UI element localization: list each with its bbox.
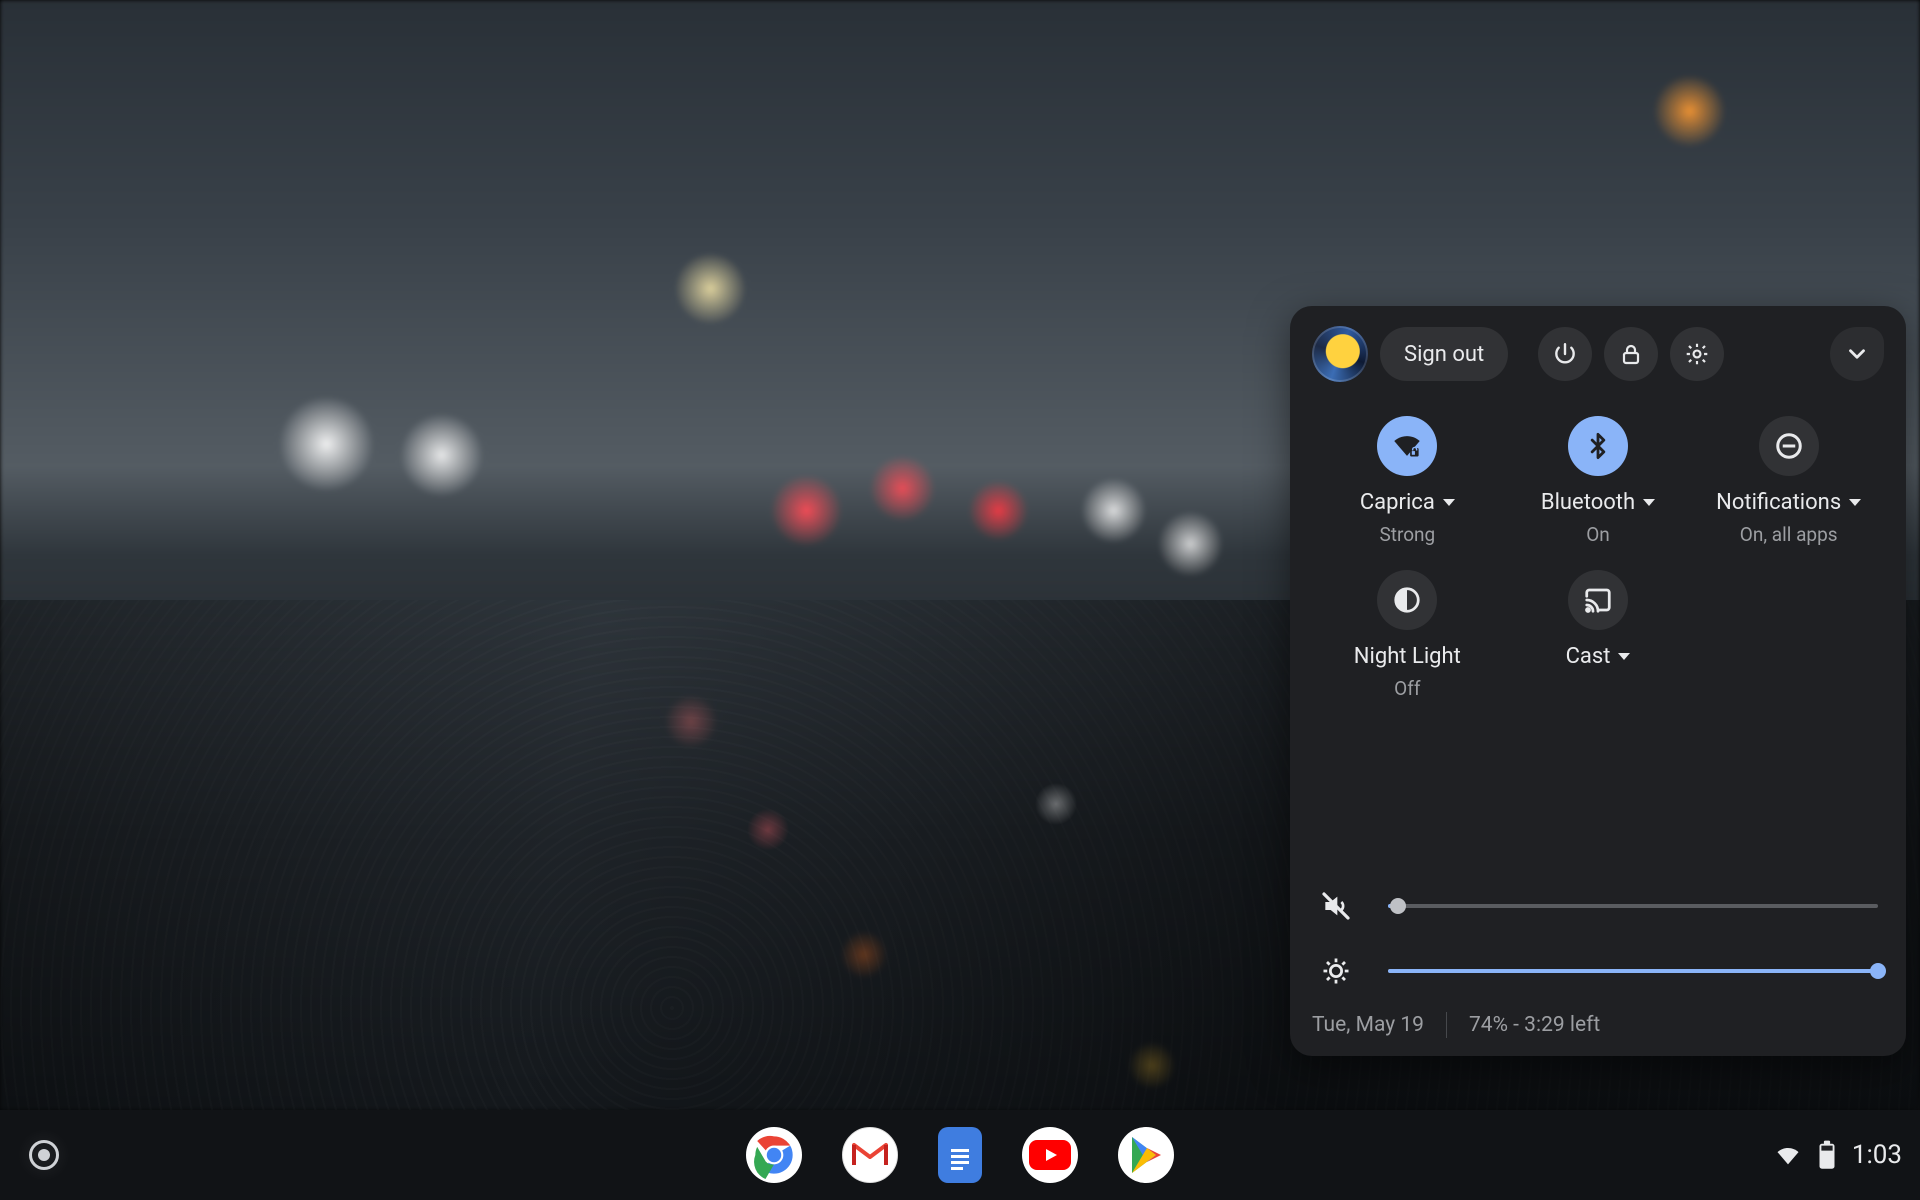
cast-icon [1583,585,1613,615]
night-light-label: Night Light [1354,644,1461,669]
wifi-status-icon [1774,1141,1802,1169]
wifi-label-row[interactable]: Caprica [1360,490,1455,515]
status-area[interactable]: 1:03 [1774,1140,1902,1170]
brightness-slider-row [1312,956,1884,986]
youtube-icon [1029,1140,1071,1170]
wifi-icon [1390,429,1424,463]
sign-out-button[interactable]: Sign out [1380,327,1508,381]
app-youtube[interactable] [1022,1127,1078,1183]
night-light-sublabel: Off [1394,677,1420,700]
launcher-icon [29,1140,59,1170]
do-not-disturb-icon [1774,431,1804,461]
night-light-icon [1392,585,1422,615]
power-button[interactable] [1538,327,1592,381]
quick-settings-panel: Sign out Caprica Strong [1290,306,1906,1056]
collapse-panel-button[interactable] [1830,327,1884,381]
volume-slider-row [1312,890,1884,922]
footer-divider [1446,1012,1447,1038]
docs-icon [946,1135,974,1175]
notifications-label-row[interactable]: Notifications [1716,490,1861,515]
launcher-button[interactable] [18,1129,70,1181]
lock-icon [1619,342,1643,366]
volume-slider[interactable] [1388,904,1878,908]
bluetooth-sublabel: On [1586,523,1610,546]
caret-down-icon [1643,499,1655,506]
battery-status-icon [1818,1140,1836,1170]
gmail-icon [852,1141,888,1169]
quick-settings-footer: Tue, May 19 74% - 3:29 left [1312,1012,1884,1038]
cast-label: Cast [1566,644,1611,669]
tile-notifications: Notifications On, all apps [1693,416,1884,546]
bluetooth-label: Bluetooth [1541,490,1635,515]
tile-bluetooth: Bluetooth On [1503,416,1694,546]
night-light-label-row[interactable]: Night Light [1354,644,1461,669]
notifications-toggle[interactable] [1759,416,1819,476]
caret-down-icon [1618,653,1630,660]
caret-down-icon [1443,499,1455,506]
app-play-store[interactable] [1118,1127,1174,1183]
bluetooth-icon [1584,432,1612,460]
chrome-icon [746,1127,802,1183]
shelf: 1:03 [0,1110,1920,1200]
settings-button[interactable] [1670,327,1724,381]
tile-wifi: Caprica Strong [1312,416,1503,546]
play-store-icon [1128,1135,1164,1175]
user-avatar[interactable] [1312,326,1368,382]
brightness-icon [1321,956,1351,986]
status-time: 1:03 [1852,1140,1902,1170]
shelf-pinned-apps [746,1127,1174,1183]
notifications-sublabel: On, all apps [1740,523,1838,546]
lock-button[interactable] [1604,327,1658,381]
wifi-sublabel: Strong [1379,523,1435,546]
bluetooth-toggle[interactable] [1568,416,1628,476]
cast-label-row[interactable]: Cast [1566,644,1631,669]
caret-down-icon [1849,499,1861,506]
quick-settings-header: Sign out [1312,326,1884,382]
notifications-label: Notifications [1716,490,1841,515]
tile-night-light: Night Light Off [1312,570,1503,700]
app-docs[interactable] [938,1127,982,1183]
tile-cast: Cast [1503,570,1694,700]
gear-icon [1684,341,1710,367]
wifi-toggle[interactable] [1377,416,1437,476]
app-chrome[interactable] [746,1127,802,1183]
wifi-label: Caprica [1360,490,1435,515]
app-gmail[interactable] [842,1127,898,1183]
footer-battery[interactable]: 74% - 3:29 left [1469,1013,1600,1037]
sign-out-label: Sign out [1404,342,1484,367]
chevron-down-icon [1844,341,1870,367]
quick-settings-tiles: Caprica Strong Bluetooth On Notification… [1312,416,1884,700]
night-light-toggle[interactable] [1377,570,1437,630]
volume-mute-button[interactable] [1314,890,1358,922]
quick-settings-sliders [1312,866,1884,986]
brightness-button[interactable] [1314,956,1358,986]
footer-date: Tue, May 19 [1312,1013,1424,1037]
volume-mute-icon [1320,890,1352,922]
bluetooth-label-row[interactable]: Bluetooth [1541,490,1655,515]
power-icon [1552,341,1578,367]
brightness-slider[interactable] [1388,969,1878,973]
cast-toggle[interactable] [1568,570,1628,630]
